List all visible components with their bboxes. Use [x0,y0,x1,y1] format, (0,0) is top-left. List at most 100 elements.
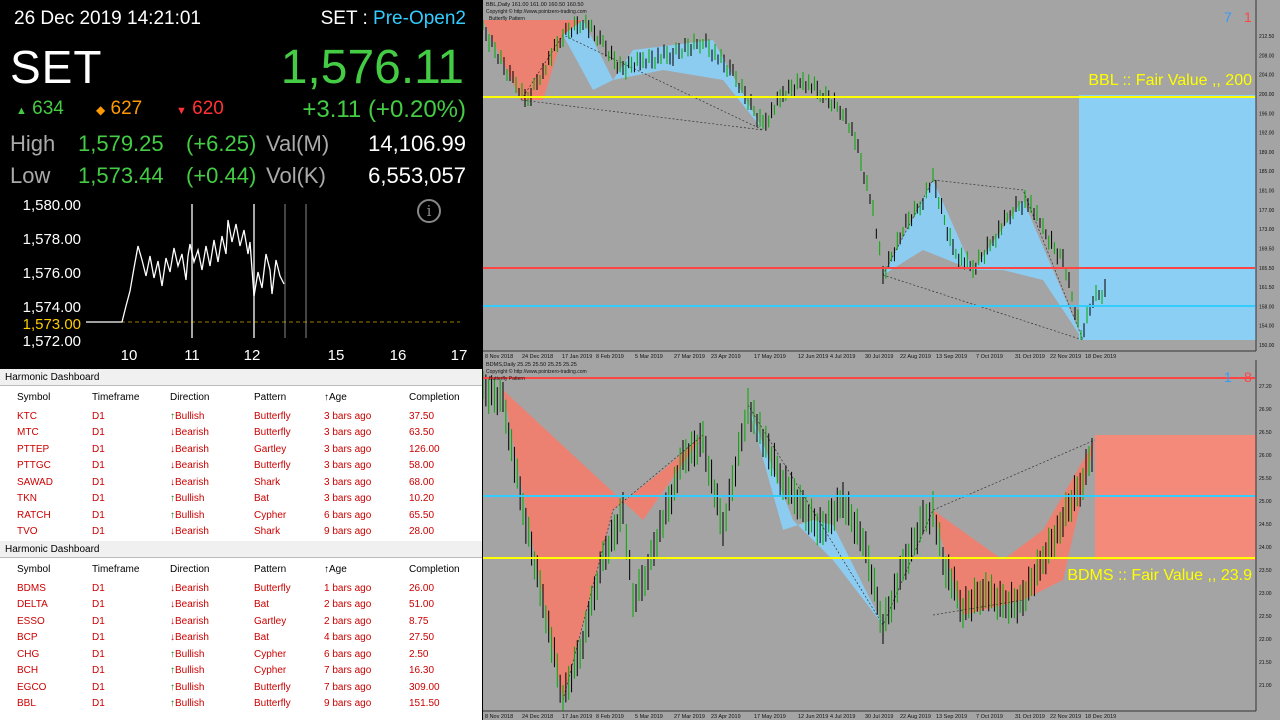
x-tick-label: 7 Oct 2019 [976,714,1003,720]
completion-cell: 309.00 [409,681,440,693]
column-header[interactable]: Completion [409,386,482,408]
timeframe-cell: D1 [92,665,105,677]
pattern-cell: Shark [254,476,281,488]
age-cell: 6 bars ago [324,648,372,660]
direction-label: Bearish [175,443,209,455]
age-cell: 3 bars ago [324,443,372,455]
direction-cell: ↑Bullish [170,696,254,713]
bbl-daily-chart[interactable]: 212.50 208.00 204.00 200.00 196.00 192.00 189.… [483,0,1280,360]
y-tick-label: 22.50 [1259,614,1272,620]
completion-cell: 65.50 [409,509,435,521]
completion-cell: 58.00 [409,460,435,472]
symbol-cell: PTTGC [17,460,51,472]
column-header[interactable]: Direction [170,558,254,580]
column-header[interactable]: Timeframe [92,386,170,408]
pattern-count-a: 1 [1224,369,1232,385]
direction-cell: ↓Bearish [170,630,254,647]
table-row[interactable]: BBL D1 ↑Bullish Butterfly 9 bars ago 151.50 [0,696,482,713]
symbol-cell: SAWAD [17,476,53,488]
table-row[interactable]: TVO D1 ↓Bearish Shark 9 bars ago 28.00 [0,524,482,541]
val-value: 14,106.99 [368,131,466,156]
y-tick-label: 165.50 [1259,266,1275,272]
column-header[interactable]: Symbol [0,386,92,408]
column-header[interactable]: Pattern [254,558,324,580]
age-cell: 1 bars ago [324,582,372,594]
direction-label: Bearish [175,427,209,439]
table-row[interactable]: EGCO D1 ↑Bullish Butterfly 7 bars ago 309.00 [0,679,482,696]
column-header[interactable]: Timeframe [92,558,170,580]
age-cell: 3 bars ago [324,427,372,439]
x-tick-label: 23 Apr 2019 [711,714,741,720]
symbol-cell: TKN [17,493,37,505]
completion-cell: 28.00 [409,526,435,538]
pattern-cell: Cypher [254,509,287,521]
completion-cell: 8.75 [409,615,429,627]
table-row[interactable]: BDMS D1 ↓Bearish Butterfly 1 bars ago 26.00 [0,580,482,597]
y-tick-label: 26.90 [1259,407,1272,413]
symbol-cell: RATCH [17,509,51,521]
fair-value-label: BDMS :: Fair Value ,, 23.9 [1067,567,1252,584]
column-header[interactable]: Completion [409,558,482,580]
age-cell: 7 bars ago [324,665,372,677]
index-change: +3.11 (+0.20%) [302,96,466,123]
fair-value-zone [1095,435,1256,560]
age-cell: 3 bars ago [324,410,372,422]
direction-cell: ↑Bullish [170,646,254,663]
dashboard-table: Symbol Timeframe Direction Pattern ↑Age Compl… [0,558,482,712]
table-row[interactable]: CHG D1 ↑Bullish Cypher 6 bars ago 2.50 [0,646,482,663]
completion-cell: 26.00 [409,582,435,594]
pattern-cell: Butterfly [254,410,291,422]
x-tick-label: 15 [328,347,345,364]
direction-label: Bullish [175,410,205,422]
table-row[interactable]: BCH D1 ↑Bullish Cypher 7 bars ago 16.30 [0,663,482,680]
pattern-cell: Shark [254,526,281,538]
completion-cell: 126.00 [409,443,440,455]
y-tick-label: 196.00 [1259,111,1275,117]
table-row[interactable]: TKN D1 ↑Bullish Bat 3 bars ago 10.20 [0,491,482,508]
x-tick-label: 17 [451,347,468,364]
table-row[interactable]: KTC D1 ↑Bullish Butterfly 3 bars ago 37.50 [0,408,482,425]
session-status: Pre-Open2 [373,8,466,29]
column-header[interactable]: Symbol [0,558,92,580]
completion-cell: 51.00 [409,599,435,611]
completion-cell: 63.50 [409,427,435,439]
y-tick-label: 24.00 [1259,545,1272,551]
chart-symbol-line: BBL,Daily 161.00 161.00 160.50 160.50 [486,2,584,8]
dashboard-title: Harmonic Dashboard [0,541,482,558]
column-header[interactable]: Direction [170,386,254,408]
table-row[interactable]: DELTA D1 ↓Bearish Bat 2 bars ago 51.00 [0,597,482,614]
y-tick-label: 1,580.00 [23,197,81,214]
y-tick-label: 21.00 [1259,683,1272,689]
screen: 26 Dec 2019 14:21:01 SET : Pre-Open2 SET… [0,0,1280,720]
pattern-cell: Bat [254,599,270,611]
symbol-cell: EGCO [17,681,47,693]
y-tick-label: 1,573.00 [23,316,81,333]
x-tick-label: 4 Jul 2019 [830,714,855,720]
table-row[interactable]: PTTEP D1 ↓Bearish Gartley 3 bars ago 126.00 [0,441,482,458]
y-tick-label: 150.00 [1259,343,1275,349]
timeframe-cell: D1 [92,615,105,627]
bdms-daily-chart[interactable]: 27.20 26.90 26.50 26.00 25.50 25.00 24.50 24.00… [483,360,1280,720]
pattern-count-b: 8 [1244,369,1252,385]
val-label: Val(M) [266,131,330,156]
x-tick-label: 16 [390,347,407,364]
direction-label: Bearish [175,582,209,594]
direction-label: Bearish [175,526,209,538]
pattern-cell: Cypher [254,665,287,677]
x-tick-label: 24 Dec 2018 [522,714,553,720]
x-tick-label: 10 [121,347,138,364]
direction-cell: ↑Bullish [170,408,254,425]
table-row[interactable]: ESSO D1 ↓Bearish Gartley 2 bars ago 8.75 [0,613,482,630]
table-row[interactable]: PTTGC D1 ↓Bearish Butterfly 3 bars ago 58.00 [0,458,482,475]
table-row[interactable]: MTC D1 ↓Bearish Butterfly 3 bars ago 63.50 [0,425,482,442]
age-cell: 4 bars ago [324,632,372,644]
y-tick-label: 21.50 [1259,660,1272,666]
column-header[interactable]: Pattern [254,386,324,408]
column-header[interactable]: ↑Age [324,558,409,580]
column-header[interactable]: ↑Age [324,386,409,408]
direction-label: Bearish [175,599,209,611]
table-row[interactable]: RATCH D1 ↑Bullish Cypher 6 bars ago 65.50 [0,507,482,524]
y-tick-label: 173.00 [1259,227,1275,233]
table-row[interactable]: BCP D1 ↓Bearish Bat 4 bars ago 27.50 [0,630,482,647]
table-row[interactable]: SAWAD D1 ↓Bearish Shark 3 bars ago 68.00 [0,474,482,491]
